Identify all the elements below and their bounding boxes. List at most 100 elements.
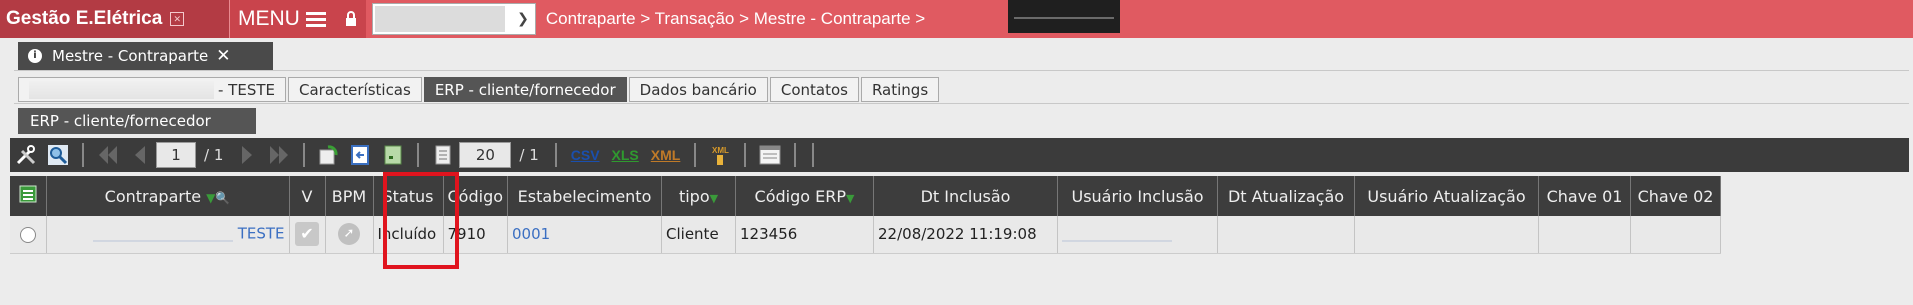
tab-label: Características <box>298 80 411 99</box>
divider <box>14 103 1909 104</box>
tab-label: Contatos <box>780 80 848 99</box>
col-contraparte[interactable]: Contraparte ▼🔍 <box>46 176 290 216</box>
col-label: BPM <box>331 186 367 206</box>
lock-icon[interactable] <box>335 0 366 38</box>
toolbar-separator <box>82 143 84 167</box>
col-usuario-atualizacao[interactable]: Usuário Atualização <box>1354 176 1540 216</box>
col-dt-atualizacao[interactable]: Dt Atualização <box>1217 176 1356 216</box>
toolbar-separator <box>694 143 697 167</box>
cell-tipo: Cliente <box>661 216 737 254</box>
col-label: Estabelecimento <box>517 186 652 206</box>
subtab-bar: - TESTE Características ERP - cliente/fo… <box>18 77 941 102</box>
cell-usuario-inclusao <box>1057 216 1219 254</box>
filter-search-icon[interactable]: ▼🔍 <box>206 191 230 205</box>
prev-page-icon[interactable] <box>124 140 156 170</box>
col-v[interactable]: V <box>289 176 326 216</box>
select-value-redacted <box>374 6 505 32</box>
export-xls-button[interactable]: XLS <box>612 147 639 163</box>
refresh-icon[interactable] <box>313 140 345 170</box>
hamburger-icon <box>305 11 326 27</box>
col-label: Chave 01 <box>1546 186 1623 206</box>
select-all-icon[interactable] <box>10 176 47 216</box>
col-usuario-inclusao[interactable]: Usuário Inclusão <box>1057 176 1219 216</box>
row-select-cell <box>10 216 47 254</box>
page-input[interactable]: 1 <box>156 142 196 168</box>
estabelecimento-link[interactable]: 0001 <box>512 225 550 243</box>
col-chave-02[interactable]: Chave 02 <box>1630 176 1722 216</box>
window-tab-label: Mestre - Contraparte <box>52 47 209 65</box>
bpm-arrow-icon[interactable]: ➚ <box>338 223 360 246</box>
export-xml-button[interactable]: XML <box>651 147 681 163</box>
col-codigo-erp[interactable]: Código ERP▼ <box>735 176 875 216</box>
cell-dt-inclusao: 22/08/2022 11:19:08 <box>873 216 1059 254</box>
top-bar: Gestão E.Elétrica ✕ MENU ❯ Contraparte >… <box>0 0 1913 38</box>
table-header-row: Contraparte ▼🔍 V BPM Status Código Estab… <box>10 176 1722 216</box>
cell-chave-02 <box>1630 216 1722 254</box>
status-highlight-box <box>383 172 459 269</box>
tab-caracteristicas[interactable]: Características <box>287 77 422 102</box>
col-label: Dt Atualização <box>1227 186 1345 206</box>
app-close-icon[interactable]: ✕ <box>170 12 185 26</box>
cell-bpm: ➚ <box>325 216 374 254</box>
contraparte-link[interactable]: TESTE <box>238 225 285 243</box>
redacted-block <box>1008 0 1120 33</box>
app-title: Gestão E.Elétrica <box>6 8 163 29</box>
toolbar-separator <box>417 143 420 167</box>
app-brand[interactable]: Gestão E.Elétrica ✕ <box>0 0 229 38</box>
next-page-icon[interactable] <box>231 140 263 170</box>
redacted-user <box>1062 224 1173 245</box>
cell-dt-atualizacao <box>1217 216 1356 254</box>
filter-icon[interactable]: ▼ <box>846 192 854 205</box>
menu-label: MENU <box>238 7 300 30</box>
rows-per-page-input[interactable]: 20 <box>459 142 512 168</box>
info-icon: i <box>28 49 42 63</box>
tools-icon[interactable] <box>10 140 42 170</box>
page-total: / 1 <box>204 146 224 164</box>
col-bpm[interactable]: BPM <box>325 176 374 216</box>
cell-usuario-atualizacao <box>1354 216 1540 254</box>
layout-icon[interactable] <box>754 140 786 170</box>
divider <box>14 70 1909 71</box>
toolbar-separator <box>744 143 747 167</box>
tab-contatos[interactable]: Contatos <box>769 77 859 102</box>
context-select[interactable]: ❯ <box>371 3 536 35</box>
data-grid: Contraparte ▼🔍 V BPM Status Código Estab… <box>10 176 1722 254</box>
tab-teste[interactable]: - TESTE <box>18 77 286 102</box>
col-dt-inclusao[interactable]: Dt Inclusão <box>873 176 1059 216</box>
tab-label: ERP - cliente/fornecedor <box>434 80 616 99</box>
records-icon[interactable] <box>427 140 459 170</box>
svg-text:XML: XML <box>712 146 729 155</box>
undo-icon[interactable] <box>345 140 377 170</box>
filter-icon[interactable]: ▼ <box>710 192 718 205</box>
section-tab[interactable]: ERP - cliente/fornecedor <box>18 108 256 134</box>
menu-button[interactable]: MENU <box>229 0 336 38</box>
breadcrumb[interactable]: Contraparte > Transação > Mestre - Contr… <box>546 9 925 29</box>
tab-dados-bancario[interactable]: Dados bancário <box>628 77 768 102</box>
col-tipo[interactable]: tipo▼ <box>661 176 737 216</box>
cell-chave-01 <box>1538 216 1632 254</box>
close-icon[interactable]: ✕ <box>216 46 230 66</box>
col-label: Usuário Atualização <box>1367 186 1526 206</box>
toolbar-separator <box>554 143 557 167</box>
first-page-icon[interactable] <box>92 140 124 170</box>
row-radio[interactable] <box>19 226 36 243</box>
xml-config-icon[interactable]: XML <box>704 140 736 170</box>
document-green-icon[interactable] <box>377 140 409 170</box>
col-label: tipo <box>678 186 710 206</box>
col-estabelecimento[interactable]: Estabelecimento <box>507 176 663 216</box>
redacted-name <box>92 224 233 245</box>
toolbar-separator <box>812 143 815 167</box>
window-tab[interactable]: i Mestre - Contraparte ✕ <box>18 42 273 70</box>
tab-erp[interactable]: ERP - cliente/fornecedor <box>423 77 627 102</box>
search-icon[interactable] <box>42 140 74 170</box>
tab-label: Ratings <box>871 80 929 99</box>
tab-ratings[interactable]: Ratings <box>860 77 940 102</box>
last-page-icon[interactable] <box>263 140 295 170</box>
check-icon: ✔ <box>295 222 319 247</box>
export-csv-button[interactable]: CSV <box>571 147 600 163</box>
cell-estabelecimento: 0001 <box>507 216 663 254</box>
rows-total: / 1 <box>519 146 539 164</box>
table-row[interactable]: TESTE ✔ ➚ Incluído 7910 0001 Cliente 123… <box>10 216 1722 254</box>
col-chave-01[interactable]: Chave 01 <box>1538 176 1632 216</box>
col-label: Usuário Inclusão <box>1071 186 1204 206</box>
